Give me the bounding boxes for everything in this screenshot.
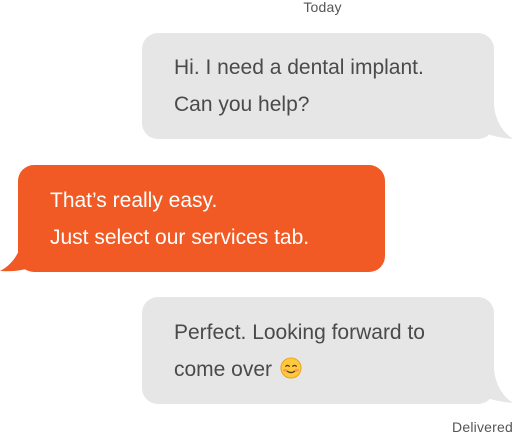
- date-separator: Today: [303, 0, 342, 15]
- message-bubble-user: Hi. I need a dental implant. Can you hel…: [142, 33, 494, 139]
- message-text-line: Just select our services tab.: [50, 226, 310, 249]
- bubble-tail-right: [480, 105, 513, 139]
- delivery-status: Delivered: [452, 419, 513, 435]
- message-text-fragment: come over: [174, 358, 273, 381]
- message-text-line: Hi. I need a dental implant.: [174, 56, 424, 79]
- bubble-tail-right: [480, 369, 513, 403]
- message-bubble-user: Perfect. Looking forward to come over: [142, 297, 494, 404]
- smiling-face-icon: [280, 357, 302, 379]
- message-text-line: come over: [174, 351, 494, 388]
- bubble-tail-left: [0, 238, 40, 272]
- message-text-line: Can you help?: [174, 93, 310, 116]
- message-text-line: That’s really easy.: [50, 189, 218, 212]
- message-bubble-business: That’s really easy. Just select our serv…: [18, 165, 385, 272]
- message-text-line: Perfect. Looking forward to: [174, 321, 425, 344]
